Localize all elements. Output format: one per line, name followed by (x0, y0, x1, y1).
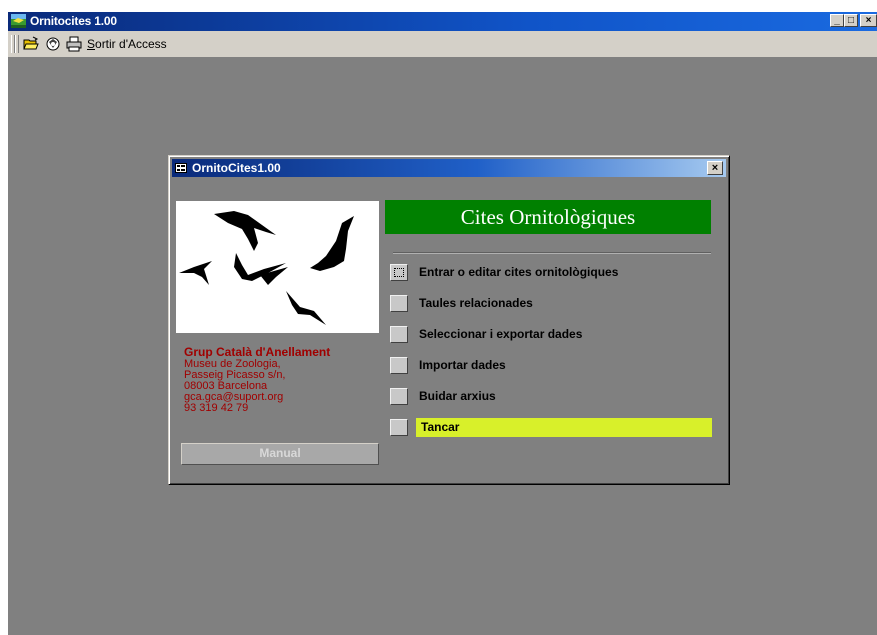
open-folder-icon[interactable] (23, 36, 39, 52)
menu-button[interactable] (390, 388, 408, 405)
ornitocites-app-icon (11, 14, 26, 28)
toolbar-grip[interactable] (15, 35, 19, 53)
menu-label: Importar dades (419, 358, 506, 372)
maximize-button[interactable]: □ (844, 14, 858, 27)
menu-label: Seleccionar i exportar dades (419, 327, 583, 341)
form-title: OrnitoCites1.00 (192, 161, 281, 175)
menu-label: Tancar (421, 420, 460, 434)
window-title: Ornitocites 1.00 (30, 14, 117, 28)
phone-text: 93 319 42 79 (184, 402, 249, 414)
access-application: Ornitocites 1.00 _ □ × Sortir d'Access O… (0, 0, 877, 635)
minimize-button[interactable]: _ (830, 14, 844, 27)
close-button[interactable]: × (860, 14, 877, 27)
print-icon[interactable] (66, 36, 82, 52)
menu-button[interactable] (390, 264, 408, 281)
app-banner-title: Cites Ornitològiques (385, 200, 711, 234)
manual-button[interactable]: Manual (181, 443, 379, 465)
menu-button[interactable] (390, 357, 408, 374)
exit-access-label: ortir d'Access (95, 37, 167, 51)
exit-access-mnemonic: S (87, 37, 96, 51)
menu-button[interactable] (390, 419, 408, 436)
menu-label: Taules relacionades (419, 296, 533, 310)
menu-button[interactable] (390, 326, 408, 343)
main-menu-form: OrnitoCites1.00 × Grup Català d'Anellame… (168, 155, 730, 485)
separator-line (393, 252, 711, 254)
save-icon[interactable] (45, 36, 61, 52)
organization-info: Grup Català d'Anellament Museu de Zoolog… (184, 346, 330, 414)
form-icon (175, 163, 187, 173)
birds-silhouette-image (176, 201, 379, 333)
window-title-bar[interactable]: Ornitocites 1.00 _ □ × (8, 12, 877, 31)
form-title-bar[interactable]: OrnitoCites1.00 × (172, 159, 726, 177)
menu-label: Entrar o editar cites ornitològiques (419, 265, 619, 279)
highlight-bar (416, 418, 712, 437)
menu-button[interactable] (390, 295, 408, 312)
menu-label: Buidar arxius (419, 389, 496, 403)
form-close-button[interactable]: × (707, 161, 723, 175)
exit-access-button[interactable]: Sortir d'Access (87, 37, 167, 51)
toolbar: Sortir d'Access (8, 31, 877, 58)
